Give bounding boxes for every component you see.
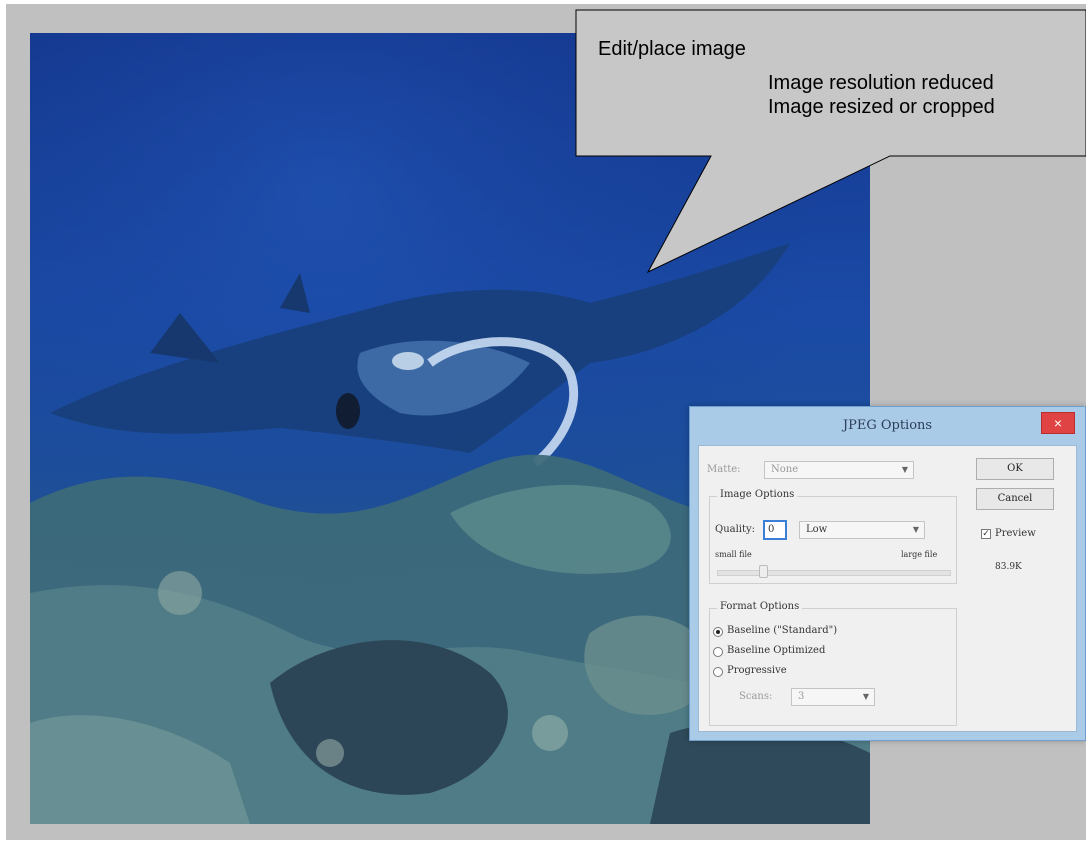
dialog-body: Matte: None ▼ OK Cancel ✓ Preview 83.9K … [698,445,1077,732]
workspace-canvas: Edit/place image Image resolution reduce… [6,4,1086,840]
scans-label: Scans: [739,691,773,702]
matte-select[interactable]: None ▼ [764,461,914,479]
quality-preset-select[interactable]: Low ▼ [799,521,925,539]
preview-label: Preview [995,528,1036,539]
dialog-title: JPEG Options [842,418,933,433]
quality-preset-value: Low [806,524,828,535]
scans-select[interactable]: 3 ▼ [791,688,875,706]
close-icon: × [1053,415,1063,431]
close-button[interactable]: × [1041,412,1075,434]
dialog-titlebar[interactable]: JPEG Options × [690,407,1085,445]
chevron-down-icon: ▼ [901,465,908,474]
ok-button[interactable]: OK [976,458,1054,480]
matte-label: Matte: [707,464,741,475]
jpeg-options-dialog: JPEG Options × Matte: None ▼ OK Cancel ✓… [689,406,1086,741]
cancel-button[interactable]: Cancel [976,488,1054,510]
quality-slider-thumb[interactable] [759,565,768,578]
format-options-title: Format Options [717,601,803,612]
scans-value: 3 [798,691,805,702]
checkmark-icon: ✓ [982,529,990,539]
radio-baseline-optimized[interactable] [713,647,723,657]
quality-slider-track[interactable] [717,570,951,576]
image-options-title: Image Options [717,489,798,500]
small-file-label: small file [715,550,752,559]
matte-value: None [771,464,799,475]
baseline-optimized-label: Baseline Optimized [727,645,826,656]
large-file-label: large file [901,550,938,559]
file-size-readout: 83.9K [995,562,1022,572]
chevron-down-icon: ▼ [862,692,869,701]
radio-baseline-standard[interactable] [713,627,723,637]
radio-progressive[interactable] [713,667,723,677]
baseline-standard-label: Baseline ("Standard") [727,625,838,636]
callout-heading: Edit/place image [598,38,746,60]
progressive-label: Progressive [727,665,787,676]
quality-input[interactable]: 0 [763,520,787,540]
quality-label: Quality: [715,524,756,535]
chevron-down-icon: ▼ [912,525,919,534]
preview-checkbox[interactable]: ✓ [981,529,991,539]
callout-line-resolution: Image resolution reduced [768,72,994,94]
callout-line-resized: Image resized or cropped [768,96,995,118]
